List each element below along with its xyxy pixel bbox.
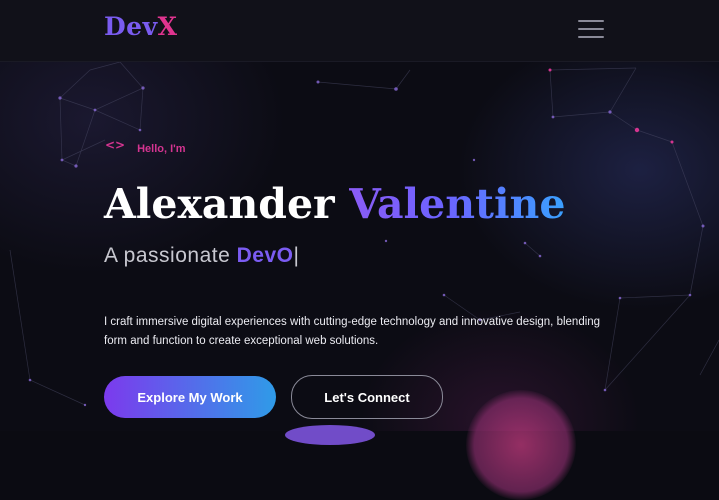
code-brackets-icon: <> [105, 138, 126, 152]
logo[interactable]: DevX [104, 12, 178, 41]
tagline: A passionate DevO| [104, 244, 299, 268]
decorative-orb [285, 425, 375, 445]
tagline-prefix: A passionate [104, 244, 231, 267]
typed-role: DevO [236, 244, 294, 267]
logo-text: Dev [104, 12, 158, 41]
decorative-orb [466, 390, 576, 500]
last-name: Valentine [348, 180, 566, 228]
lets-connect-button[interactable]: Let's Connect [291, 375, 443, 419]
hamburger-line [578, 36, 604, 38]
logo-accent: X [157, 12, 178, 41]
greeting-text: Hello, I'm [137, 143, 186, 155]
navbar: DevX [0, 0, 719, 62]
explore-work-button[interactable]: Explore My Work [104, 376, 276, 418]
hero-name: Alexander Valentine [104, 180, 565, 228]
greeting-row: <> Hello, I'm [105, 138, 186, 155]
hero-description: I craft immersive digital experiences wi… [104, 315, 601, 347]
hamburger-line [578, 20, 604, 22]
first-name: Alexander [104, 180, 335, 228]
typing-cursor: | [293, 244, 300, 267]
hamburger-menu-icon[interactable] [576, 17, 606, 41]
hamburger-line [578, 28, 604, 30]
